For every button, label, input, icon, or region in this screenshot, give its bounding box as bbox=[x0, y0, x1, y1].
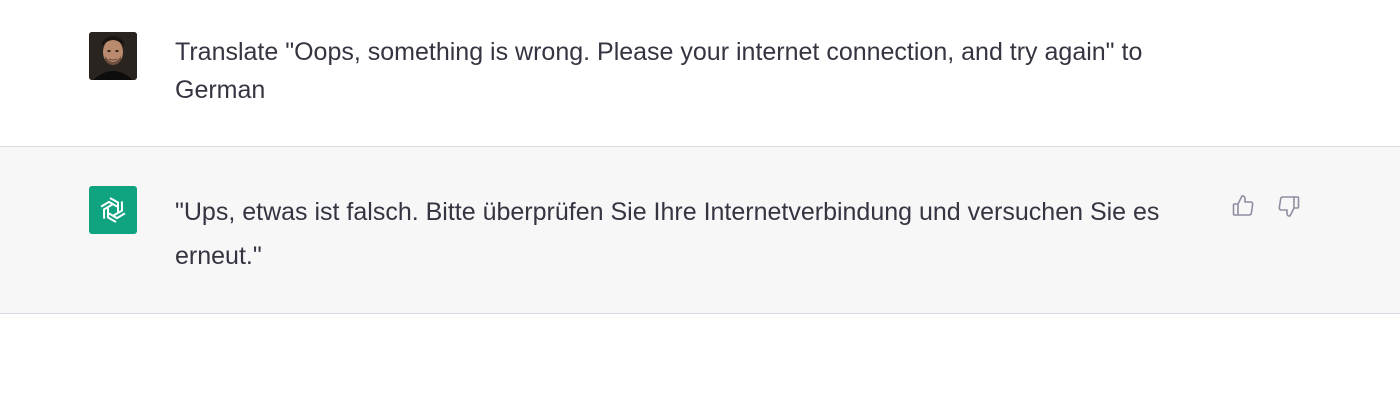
assistant-avatar bbox=[89, 186, 137, 234]
thumbs-up-icon bbox=[1232, 195, 1254, 216]
thumbs-down-button[interactable] bbox=[1276, 192, 1302, 220]
conversation-thread: Translate "Oops, something is wrong. Ple… bbox=[0, 0, 1400, 420]
openai-logo-icon bbox=[100, 197, 126, 223]
thumbs-down-icon bbox=[1278, 196, 1300, 217]
assistant-message-text: "Ups, etwas ist falsch. Bitte überprüfen… bbox=[175, 198, 1167, 270]
user-photo-icon bbox=[89, 32, 137, 80]
user-avatar bbox=[89, 32, 137, 80]
user-message-text: Translate "Oops, something is wrong. Ple… bbox=[175, 38, 1150, 104]
assistant-message-row: "Ups, etwas ist falsch. Bitte überprüfen… bbox=[0, 147, 1400, 314]
user-message-row: Translate "Oops, something is wrong. Ple… bbox=[0, 0, 1400, 147]
feedback-controls bbox=[1230, 192, 1302, 220]
thumbs-up-button[interactable] bbox=[1230, 192, 1256, 220]
